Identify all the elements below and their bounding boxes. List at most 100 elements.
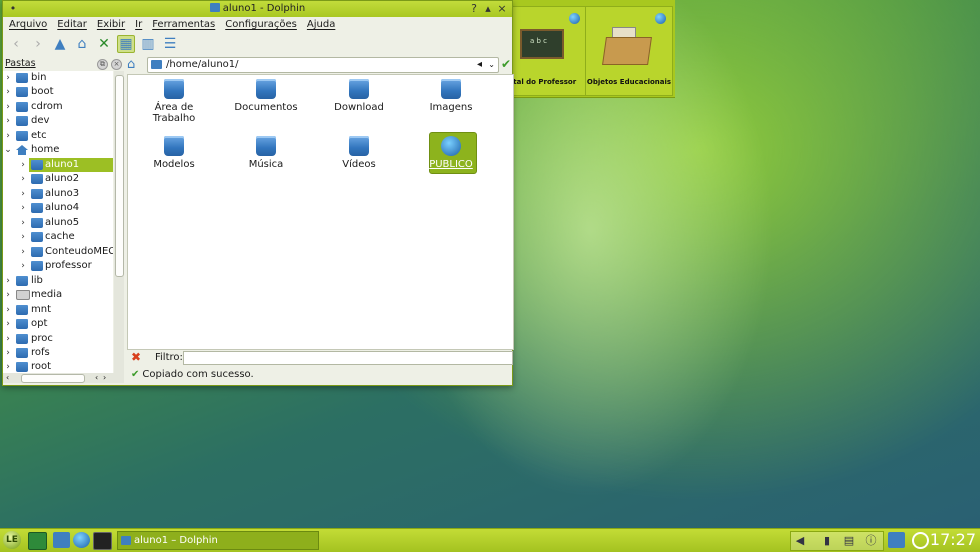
details-view-button[interactable]: ☰ <box>161 35 179 53</box>
columns-view-button[interactable]: ▥ <box>139 35 157 53</box>
task-button-dolphin[interactable]: aluno1 – Dolphin <box>117 531 319 550</box>
window-menu-icon[interactable]: • <box>7 3 19 14</box>
tree-item[interactable]: › boot <box>3 85 113 99</box>
tree-item[interactable]: › lib <box>3 274 113 288</box>
volume-icon[interactable]: ◀ <box>794 534 806 547</box>
blackboard-icon: a b c <box>520 29 564 59</box>
folder-icon <box>16 362 28 372</box>
tree-item[interactable]: › proc <box>3 332 113 346</box>
maximize-button[interactable]: ▴ <box>482 3 494 14</box>
tree-item[interactable]: › cdrom <box>3 100 113 114</box>
lifebuoy-icon[interactable] <box>912 532 929 549</box>
folder-icon <box>16 348 28 358</box>
menu-ferramentas[interactable]: Ferramentas <box>152 17 215 33</box>
folder-item[interactable]: Vídeos <box>319 136 399 170</box>
arrow-left-icon: ‹ <box>13 36 19 52</box>
tree-item[interactable]: › ConteudoMEC <box>3 245 113 259</box>
folder-icon <box>16 334 28 344</box>
back-button[interactable]: ‹ <box>7 35 25 53</box>
folder-icon <box>121 536 131 545</box>
tree-item[interactable]: › mnt <box>3 303 113 317</box>
browser-icon[interactable] <box>73 532 90 548</box>
status-text: Copiado com sucesso. <box>142 369 254 380</box>
tree-item[interactable]: › rofs <box>3 346 113 360</box>
folder-icon <box>31 247 43 257</box>
folder-icon <box>16 102 28 112</box>
desktop-icon[interactable] <box>28 532 47 550</box>
tree-item[interactable]: › aluno5 <box>3 216 113 230</box>
scroll-right-icon[interactable]: › <box>103 373 106 383</box>
scroll-thumb[interactable] <box>115 75 124 277</box>
dolphin-window: • aluno1 - Dolphin ? ▴ × Arquivo Editar … <box>2 0 514 386</box>
scroll-thumb[interactable] <box>21 374 85 383</box>
up-button[interactable]: ▲ <box>51 35 69 53</box>
clock[interactable]: 17:27 <box>930 530 976 549</box>
drive-icon <box>16 290 30 300</box>
folder-item[interactable]: Área de Trabalho <box>134 79 214 124</box>
float-panel-button[interactable]: ⧉ <box>97 59 108 70</box>
home-icon[interactable]: ⌂ <box>127 57 135 72</box>
file-manager-icon[interactable] <box>53 532 70 548</box>
menu-editar[interactable]: Editar <box>57 17 87 33</box>
folder-item[interactable]: Imagens <box>411 79 491 113</box>
icons-view-button[interactable]: ▦ <box>117 35 135 53</box>
tree-item[interactable]: › root <box>3 360 113 373</box>
folder-icon <box>256 79 276 99</box>
application-menu-button[interactable]: LE <box>3 531 21 549</box>
menu-exibir[interactable]: Exibir <box>97 17 125 33</box>
objetos-educacionais-tile[interactable]: Objetos Educacionais <box>585 6 673 96</box>
taskbar: LE aluno1 – Dolphin ◀ ▮ ▤ ⓘ 17:27 <box>0 528 980 552</box>
status-bar: ✔ Copiado com sucesso. <box>127 368 512 382</box>
tree-item[interactable]: › opt <box>3 317 113 331</box>
folder-item[interactable]: Documentos <box>226 79 306 113</box>
tree-item[interactable]: › cache <box>3 230 113 244</box>
tree-horizontal-scrollbar[interactable]: ‹ ‹ › <box>3 373 124 383</box>
forward-button[interactable]: › <box>29 35 47 53</box>
battery-icon[interactable]: ▮ <box>821 534 833 547</box>
stop-button[interactable]: ✕ <box>95 35 113 53</box>
tree-item[interactable]: › aluno2 <box>3 172 113 186</box>
tree-item[interactable]: › aluno4 <box>3 201 113 215</box>
menu-arquivo[interactable]: Arquivo <box>9 17 47 33</box>
title-bar[interactable]: • aluno1 - Dolphin ? ▴ × <box>3 1 512 17</box>
menu-bar: Arquivo Editar Exibir Ir Ferramentas Con… <box>3 17 512 33</box>
box-icon <box>602 37 652 65</box>
scroll-left-icon[interactable]: ‹ <box>6 373 9 383</box>
chevron-down-icon[interactable]: ⌄ <box>488 58 495 72</box>
package-icon[interactable] <box>888 532 905 548</box>
tree-item[interactable]: › media <box>3 288 113 302</box>
tree-item[interactable]: › dev <box>3 114 113 128</box>
window-title: aluno1 - Dolphin <box>222 3 306 14</box>
menu-configuracoes[interactable]: Configurações <box>225 17 297 33</box>
terminal-icon[interactable] <box>93 532 112 550</box>
folder-item-selected[interactable]: PUBLICO <box>411 132 491 174</box>
close-panel-button[interactable]: × <box>111 59 122 70</box>
filter-bar: ✖ Filtro: <box>127 350 513 366</box>
help-button[interactable]: ? <box>468 3 480 14</box>
tree-item[interactable]: › bin <box>3 71 113 85</box>
folder-item[interactable]: Música <box>226 136 306 170</box>
tree-item[interactable]: › etc <box>3 129 113 143</box>
menu-ir[interactable]: Ir <box>135 17 142 33</box>
tree-vertical-scrollbar[interactable] <box>114 71 124 373</box>
folder-item[interactable]: Download <box>319 79 399 113</box>
clear-location-icon[interactable]: ◂ <box>477 58 482 72</box>
columns-view-icon: ▥ <box>141 36 155 52</box>
location-input[interactable]: /home/aluno1/ ◂ ⌄ <box>147 57 499 73</box>
filter-input[interactable] <box>183 351 513 365</box>
close-filter-icon[interactable]: ✖ <box>131 350 141 364</box>
close-button[interactable]: × <box>496 3 508 14</box>
menu-ajuda[interactable]: Ajuda <box>307 17 335 33</box>
folder-icon <box>16 116 28 126</box>
tile-label: Objetos Educacionais <box>586 78 672 86</box>
tree-item[interactable]: ⌄ home <box>3 143 113 157</box>
home-button[interactable]: ⌂ <box>73 35 91 53</box>
tree-item[interactable]: › professor <box>3 259 113 273</box>
device-icon[interactable]: ▤ <box>843 534 855 547</box>
tree-item[interactable]: › aluno3 <box>3 187 113 201</box>
folder-item[interactable]: Modelos <box>134 136 214 170</box>
scroll-left-icon[interactable]: ‹ <box>95 373 98 383</box>
info-icon[interactable]: ⓘ <box>865 534 877 547</box>
checkmark-icon[interactable]: ✔ <box>501 57 511 71</box>
tree-item-selected[interactable]: › aluno1 <box>3 158 113 172</box>
